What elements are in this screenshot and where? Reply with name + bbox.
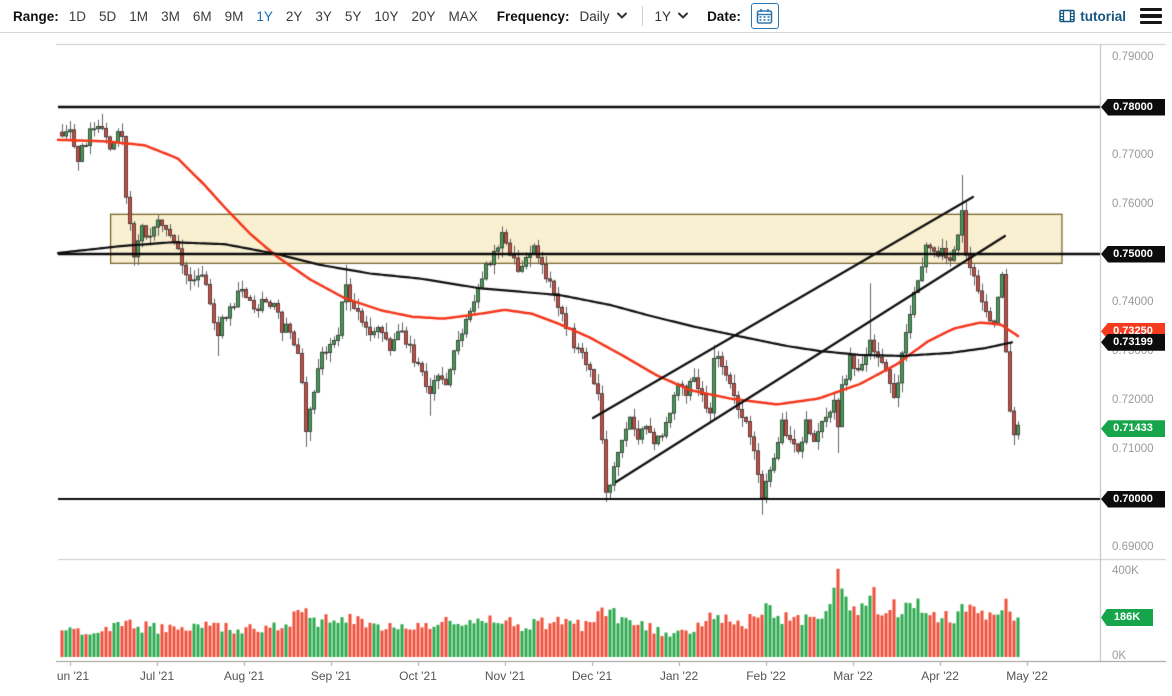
tutorial-link[interactable]: tutorial — [1059, 9, 1126, 24]
y-axis-tick-label: 0.74000 — [1112, 296, 1154, 308]
range-option-2y[interactable]: 2Y — [286, 9, 303, 24]
price-badge: 0.70000 — [1101, 491, 1165, 508]
range-option-max[interactable]: MAX — [448, 9, 477, 24]
y-axis-tick-label: 0.72000 — [1112, 394, 1154, 406]
range-option-20y[interactable]: 20Y — [411, 9, 435, 24]
toolbar-divider — [642, 6, 643, 26]
interval-dropdown[interactable]: 1Y — [655, 9, 690, 24]
y-axis-tick-label: 0.79000 — [1112, 51, 1154, 63]
date-label: Date: — [707, 9, 741, 24]
y-axis-tick-label: 0.69000 — [1112, 541, 1154, 553]
chevron-down-icon — [616, 12, 628, 20]
range-option-1y[interactable]: 1Y — [256, 9, 273, 24]
hamburger-menu-button[interactable] — [1140, 8, 1162, 24]
price-badge: 0.75000 — [1101, 246, 1165, 263]
film-icon — [1059, 9, 1075, 23]
price-badge: 0.78000 — [1101, 99, 1165, 116]
toolbar: Range: 1D 5D 1M 3M 6M 9M 1Y 2Y 3Y 5Y 10Y 20Y MAX Fre… — [0, 0, 1172, 33]
volume-axis-tick-label: 400K — [1112, 565, 1139, 577]
volume-axis-tick-label: 0K — [1112, 650, 1126, 662]
interval-value: 1Y — [655, 9, 672, 24]
calendar-icon — [756, 8, 773, 25]
range-option-9m[interactable]: 9M — [225, 9, 244, 24]
range-option-5d[interactable]: 5D — [99, 9, 116, 24]
y-axis-tick-label: 0.71000 — [1112, 443, 1154, 455]
range-option-5y[interactable]: 5Y — [345, 9, 362, 24]
range-option-10y[interactable]: 10Y — [374, 9, 398, 24]
frequency-dropdown[interactable]: Daily — [580, 9, 628, 24]
charting-app: Range: 1D 5D 1M 3M 6M 9M 1Y 2Y 3Y 5Y 10Y 20Y MAX Fre… — [0, 0, 1172, 696]
range-label: Range: — [13, 9, 59, 24]
hamburger-icon — [1140, 8, 1162, 11]
price-chart-canvas[interactable] — [0, 34, 1172, 696]
frequency-value: Daily — [580, 9, 610, 24]
range-option-3m[interactable]: 3M — [161, 9, 180, 24]
range-option-6m[interactable]: 6M — [193, 9, 212, 24]
range-selector: 1D 5D 1M 3M 6M 9M 1Y 2Y 3Y 5Y 10Y 20Y MAX — [69, 9, 491, 24]
price-badge: 0.71433 — [1101, 420, 1165, 437]
frequency-label: Frequency: — [497, 9, 570, 24]
chevron-down-icon — [677, 12, 689, 20]
date-picker-button[interactable] — [751, 3, 779, 29]
y-axis-tick-label: 0.76000 — [1112, 198, 1154, 210]
range-option-1m[interactable]: 1M — [129, 9, 148, 24]
y-axis-tick-label: 0.77000 — [1112, 149, 1154, 161]
tutorial-label: tutorial — [1080, 9, 1126, 24]
volume-badge: 186K — [1101, 609, 1153, 626]
range-option-1d[interactable]: 1D — [69, 9, 86, 24]
range-option-3y[interactable]: 3Y — [315, 9, 332, 24]
price-badge: 0.73199 — [1101, 334, 1165, 351]
